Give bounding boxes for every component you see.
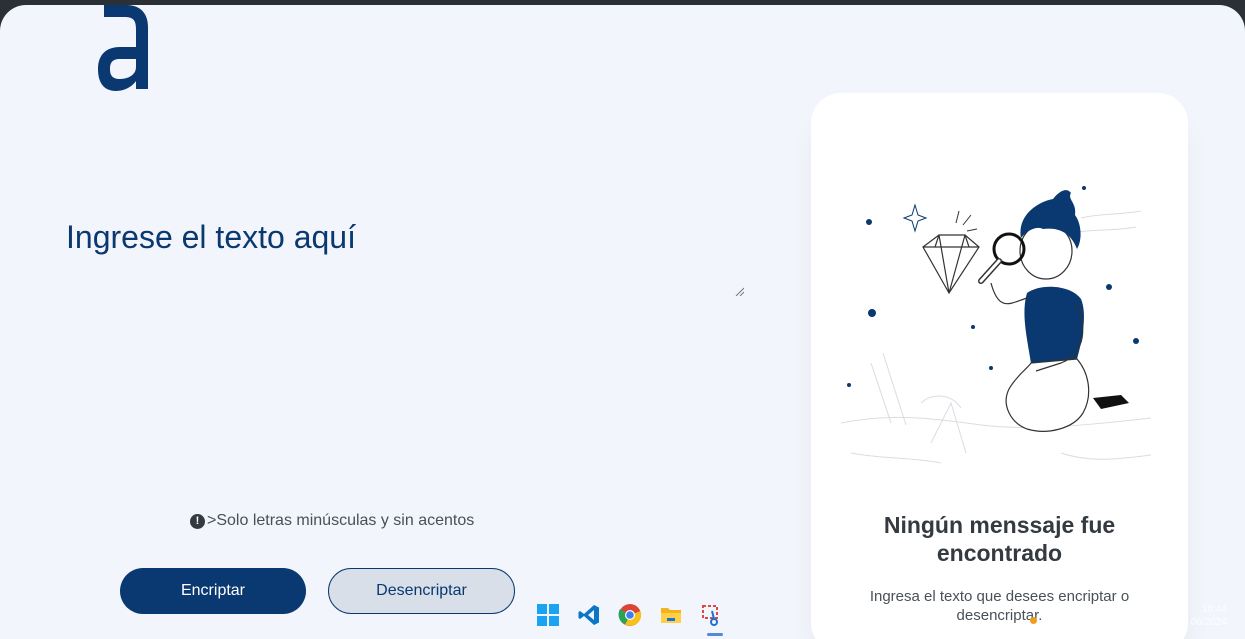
- snipping-tool-icon[interactable]: [700, 603, 724, 627]
- message-input[interactable]: [60, 205, 746, 303]
- resize-handle-icon[interactable]: [734, 286, 744, 296]
- info-icon: !: [190, 513, 205, 529]
- result-panel: Ningún menssaje fue encontrado Ingresa e…: [811, 93, 1188, 639]
- taskbar: [536, 603, 724, 627]
- result-title-line2: encontrado: [936, 540, 1063, 566]
- result-title-line1: Ningún menssaje fue: [883, 512, 1116, 538]
- result-title: Ningún menssaje fue encontrado: [811, 511, 1188, 567]
- windows-start-icon[interactable]: [536, 603, 560, 627]
- result-text: Ingresa el texto que desees encriptar o …: [869, 588, 1130, 624]
- app-window: ! >Solo letras minúsculas y sin acentos …: [0, 5, 1245, 639]
- notification-dot: [1030, 617, 1037, 624]
- active-app-indicator: [707, 633, 723, 636]
- hint-text: >Solo letras minúsculas y sin acentos: [207, 512, 475, 529]
- decrypt-button[interactable]: Desencriptar: [328, 568, 515, 614]
- input-hint: ! >Solo letras minúsculas y sin acentos: [190, 512, 474, 530]
- person-with-magnifier-illustration: [840, 186, 1152, 464]
- encrypt-button[interactable]: Encriptar: [120, 568, 306, 614]
- clock-time: 10:44: [1201, 604, 1227, 615]
- file-explorer-icon[interactable]: [659, 603, 683, 627]
- vscode-icon[interactable]: [577, 603, 601, 627]
- chrome-icon[interactable]: [618, 603, 642, 627]
- alura-logo: [98, 5, 148, 91]
- system-clock[interactable]: 10:44 06/2024: [1182, 603, 1227, 629]
- clock-date: 06/2024: [1190, 617, 1227, 628]
